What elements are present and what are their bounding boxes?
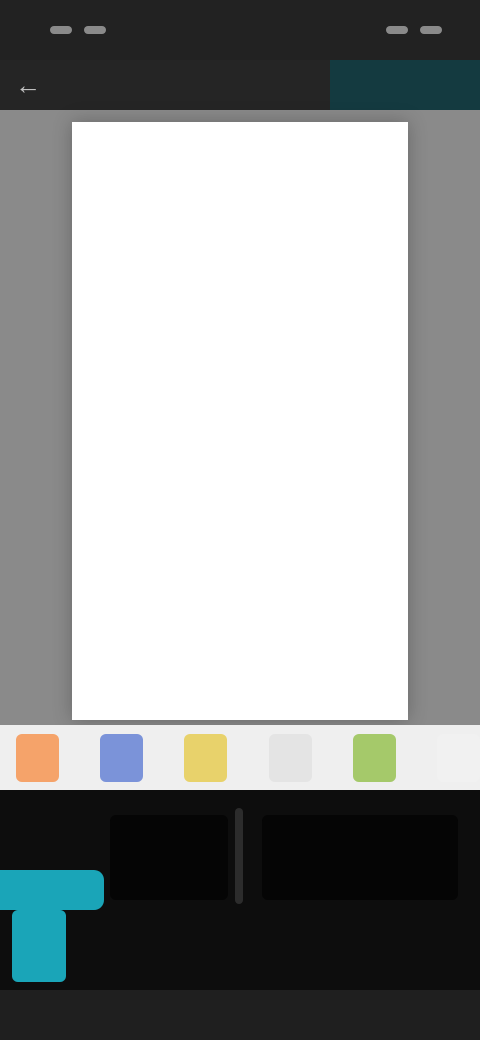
signal-icon xyxy=(386,26,408,34)
color-swatch-yellow[interactable] xyxy=(184,733,228,782)
navigation-bar xyxy=(0,990,480,1040)
color-swatch-orange[interactable] xyxy=(16,733,60,782)
color-palette xyxy=(0,725,480,790)
tool-handle-icon[interactable] xyxy=(12,910,66,982)
color-swatch-green[interactable] xyxy=(352,733,396,782)
status-left xyxy=(38,26,106,34)
tool-slot-right[interactable] xyxy=(262,815,458,900)
save-button[interactable] xyxy=(330,60,480,110)
color-swatch-light-gray[interactable] xyxy=(268,733,312,782)
screen: ← xyxy=(0,0,480,1040)
canvas-area xyxy=(0,110,480,725)
tool-slot-left[interactable] xyxy=(110,815,228,900)
battery-icon xyxy=(420,26,442,34)
color-swatch-white[interactable] xyxy=(436,733,480,782)
panel-divider xyxy=(235,808,243,904)
toolbar: ← xyxy=(0,60,480,110)
status-right xyxy=(374,26,442,34)
notification-icon xyxy=(84,26,106,34)
status-bar xyxy=(0,0,480,60)
back-arrow-icon: ← xyxy=(15,69,41,100)
notification-icon xyxy=(50,26,72,34)
active-tool-button[interactable] xyxy=(0,870,104,910)
back-button[interactable]: ← xyxy=(0,60,56,110)
document-page[interactable] xyxy=(72,122,408,720)
color-swatch-blue[interactable] xyxy=(100,733,144,782)
